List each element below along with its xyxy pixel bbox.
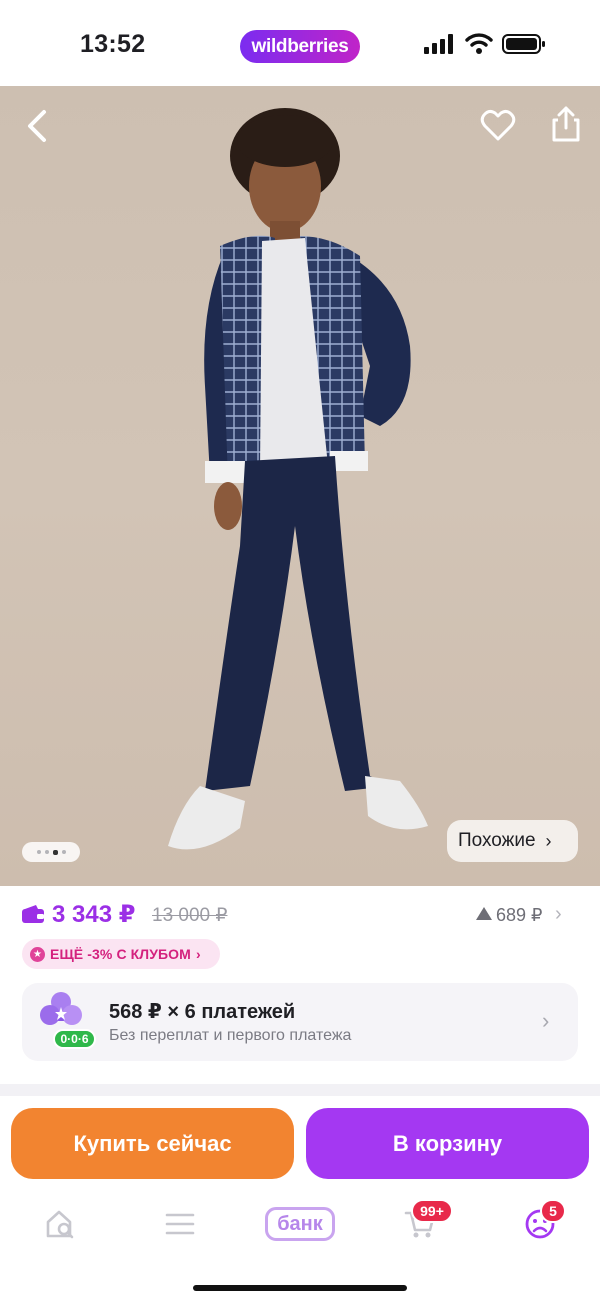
add-to-cart-button[interactable]: В корзину xyxy=(306,1108,589,1179)
share-icon[interactable] xyxy=(548,104,584,144)
pager-dot xyxy=(44,850,49,854)
pager-dot-active xyxy=(52,849,58,855)
cart-count-badge: 99+ xyxy=(411,1199,453,1223)
installment-subtitle: Без переплат и первого платежа xyxy=(109,1027,352,1044)
image-pager xyxy=(22,842,80,862)
price-delta[interactable]: 689 ₽ xyxy=(496,905,543,926)
wallet-icon xyxy=(22,905,44,923)
profile-notification-badge: 5 xyxy=(540,1199,566,1223)
installment-badge: 0·0·6 xyxy=(53,1029,96,1049)
home-indicator xyxy=(193,1285,407,1291)
pager-dot xyxy=(36,850,41,854)
status-time: 13:52 xyxy=(80,30,146,58)
section-divider xyxy=(0,1084,600,1096)
battery-icon xyxy=(502,34,545,54)
status-bar: 13:52 wildberries xyxy=(0,0,600,86)
old-price: 13 000 ₽ xyxy=(152,905,228,926)
tab-bank[interactable]: банк xyxy=(265,1198,335,1250)
pager-dot xyxy=(61,850,66,854)
installment-banner[interactable]: 0·0·6 568 ₽ × 6 платежей Без переплат и … xyxy=(22,983,578,1061)
buy-now-button[interactable]: Купить сейчас xyxy=(11,1108,294,1179)
chevron-right-icon: › xyxy=(545,830,552,851)
current-price: 3 343 ₽ xyxy=(52,901,136,928)
back-arrow-icon[interactable] xyxy=(20,106,54,146)
product-photo xyxy=(168,108,428,850)
signal-icon xyxy=(424,34,453,54)
home-search-icon xyxy=(46,1210,74,1239)
brand-pill: wildberries xyxy=(240,30,360,63)
club-discount-badge[interactable]: ★ ЕЩЁ -3% С КЛУБОМ › xyxy=(22,939,220,969)
tab-catalog[interactable] xyxy=(150,1198,210,1250)
bank-label: банк xyxy=(265,1207,335,1241)
tab-home[interactable] xyxy=(30,1198,90,1250)
chevron-right-icon: › xyxy=(542,1008,550,1033)
chevron-right-icon[interactable]: › xyxy=(555,903,562,926)
menu-icon xyxy=(165,1213,195,1235)
heart-icon[interactable] xyxy=(480,108,516,144)
triangle-up-icon xyxy=(476,907,492,920)
star-icon: ★ xyxy=(30,946,45,962)
similar-button[interactable]: Похожие › xyxy=(447,820,578,862)
club-discount-label: ЕЩЁ -3% С КЛУБОМ xyxy=(50,946,191,962)
product-image-carousel[interactable]: Похожие › xyxy=(0,86,600,886)
chevron-right-icon: › xyxy=(195,946,201,962)
wifi-icon xyxy=(465,33,493,54)
similar-label: Похожие xyxy=(458,830,536,851)
installment-title: 568 ₽ × 6 платежей xyxy=(109,1001,296,1023)
